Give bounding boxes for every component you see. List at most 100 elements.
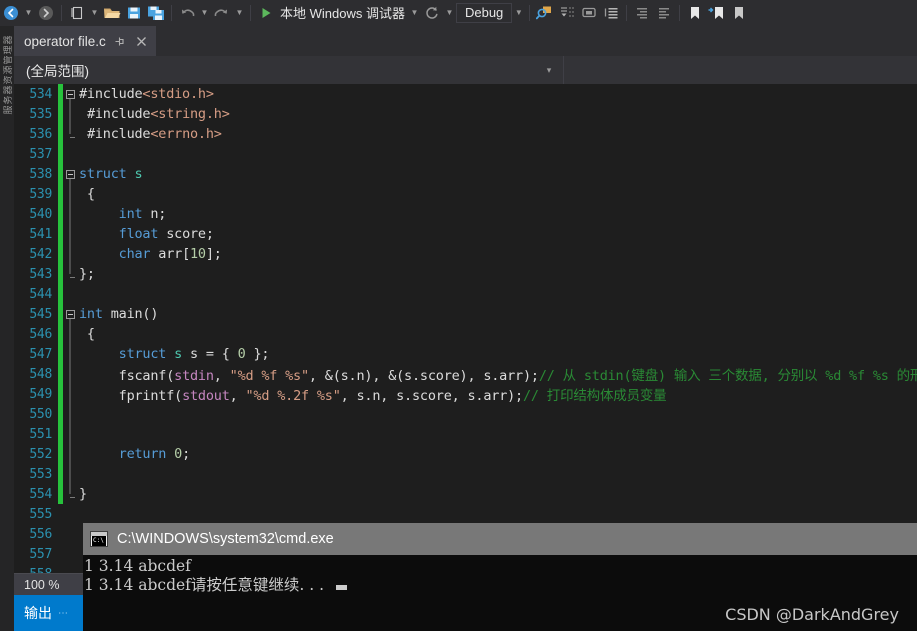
fold-column[interactable] [63,524,77,544]
bookmark-clear-icon[interactable] [556,1,578,25]
code-line[interactable]: 535 #include<string.h> [14,104,917,124]
collapse-toggle-icon[interactable] [65,89,75,99]
pin-icon[interactable] [112,33,128,49]
collapse-toggle-icon[interactable] [65,169,75,179]
save-icon[interactable] [123,1,145,25]
fold-column[interactable] [63,104,77,124]
config-caret-icon[interactable]: ▼ [512,1,525,25]
toggle-bookmark-icon[interactable] [684,1,706,25]
fold-column[interactable] [63,464,77,484]
left-dock-strip[interactable]: 服务器资源管理器 [0,26,14,631]
refresh-caret-icon[interactable]: ▼ [443,1,456,25]
output-panel-tab[interactable]: 输出 ⋯ [14,595,88,631]
fold-column[interactable] [63,144,77,164]
tab-operator-file-c[interactable]: operator file.c [14,26,156,56]
fold-guide-line [69,404,71,424]
code-line[interactable]: 544 [14,284,917,304]
code-token: ]; [205,246,222,262]
code-line[interactable]: 537 [14,144,917,164]
config-dropdown[interactable]: Debug [455,2,513,23]
fold-column[interactable] [63,364,77,384]
zoom-level-box[interactable]: 100 % [14,573,88,595]
console-title-bar[interactable]: C:\ C:\WINDOWS\system32\cmd.exe [83,523,917,555]
fold-column[interactable] [63,184,77,204]
fold-column[interactable] [63,504,77,524]
fold-column[interactable] [63,404,77,424]
quick-find-icon[interactable] [534,1,556,25]
navigate-forward-icon[interactable] [35,1,57,25]
code-line[interactable]: 545 int main() [14,304,917,324]
save-all-icon[interactable] [145,1,167,25]
start-debug-caret-icon[interactable]: ▼ [408,1,421,25]
fold-column[interactable] [63,344,77,364]
redo-icon[interactable] [211,1,233,25]
code-line[interactable]: 554} [14,484,917,504]
start-debug-label[interactable]: 本地 Windows 调试器 [277,1,408,25]
code-line[interactable]: 546 { [14,324,917,344]
fold-column[interactable] [63,284,77,304]
code-line[interactable]: 542 char arr[10]; [14,244,917,264]
redo-caret-icon[interactable]: ▼ [233,1,246,25]
scope-dropdown[interactable]: (全局范围) ▾ [14,56,564,84]
next-bookmark-icon[interactable] [706,1,728,25]
fold-column[interactable] [63,384,77,404]
fold-column[interactable] [63,444,77,464]
fold-column[interactable] [63,204,77,224]
code-line[interactable]: 552 return 0; [14,444,917,464]
undo-caret-icon[interactable]: ▼ [198,1,211,25]
code-line[interactable]: 548 fscanf(stdin, "%d %f %s", &(s.n), &(… [14,364,917,384]
navigate-back-icon[interactable] [0,1,22,25]
new-item-caret-icon[interactable]: ▼ [88,1,101,25]
undo-icon[interactable] [176,1,198,25]
navigate-back-caret-icon[interactable]: ▼ [22,1,35,25]
code-token: score; [158,226,214,242]
fold-column[interactable] [63,424,77,444]
fold-column[interactable] [63,484,77,504]
code-line[interactable]: 539 { [14,184,917,204]
fold-column[interactable] [63,324,77,344]
code-line[interactable]: 550 [14,404,917,424]
fold-column[interactable] [63,124,77,144]
comment-selection-icon[interactable] [578,1,600,25]
line-number: 554 [29,486,52,502]
fold-column[interactable] [63,224,77,244]
uncomment-selection-icon[interactable] [600,1,622,25]
fold-column[interactable] [63,84,77,104]
code-line[interactable]: 547 struct s s = { 0 }; [14,344,917,364]
code-line[interactable]: 536 #include<errno.h> [14,124,917,144]
code-line[interactable]: 543}; [14,264,917,284]
code-line[interactable]: 538 struct s [14,164,917,184]
code-token: s [134,166,143,182]
refresh-icon[interactable] [421,1,443,25]
start-debug-play-icon[interactable] [255,1,277,25]
toolbar-separator [529,4,531,21]
code-line[interactable]: 549 fprintf(stdout, "%d %.2f %s", s.n, s… [14,384,917,404]
left-dock-label[interactable]: 服务器资源管理器 [1,27,14,122]
code-line[interactable]: 553 [14,464,917,484]
increase-indent-icon[interactable] [631,1,653,25]
fold-column[interactable] [63,164,77,184]
chevron-down-icon[interactable]: ▾ [541,65,557,76]
code-line[interactable]: 551 [14,424,917,444]
code-text: int main() [77,306,158,322]
code-line[interactable]: 540 int n; [14,204,917,224]
scope-bar: (全局范围) ▾ [14,56,917,84]
code-token: stdin [174,368,214,384]
code-line[interactable]: 555 [14,504,917,524]
decrease-indent-icon[interactable] [653,1,675,25]
close-icon[interactable] [134,33,150,49]
line-number: 538 [29,166,52,182]
fold-column[interactable] [63,264,77,284]
fold-column[interactable] [63,304,77,324]
prev-bookmark-icon[interactable] [728,1,750,25]
code-line[interactable]: 534 #include<stdio.h> [14,84,917,104]
fold-column[interactable] [63,544,77,564]
code-line[interactable]: 541 float score; [14,224,917,244]
fold-guide-line [69,264,71,274]
collapse-toggle-icon[interactable] [65,309,75,319]
fold-column[interactable] [63,244,77,264]
code-token: s = { [182,346,238,362]
new-item-icon[interactable] [66,1,88,25]
open-file-icon[interactable] [101,1,123,25]
